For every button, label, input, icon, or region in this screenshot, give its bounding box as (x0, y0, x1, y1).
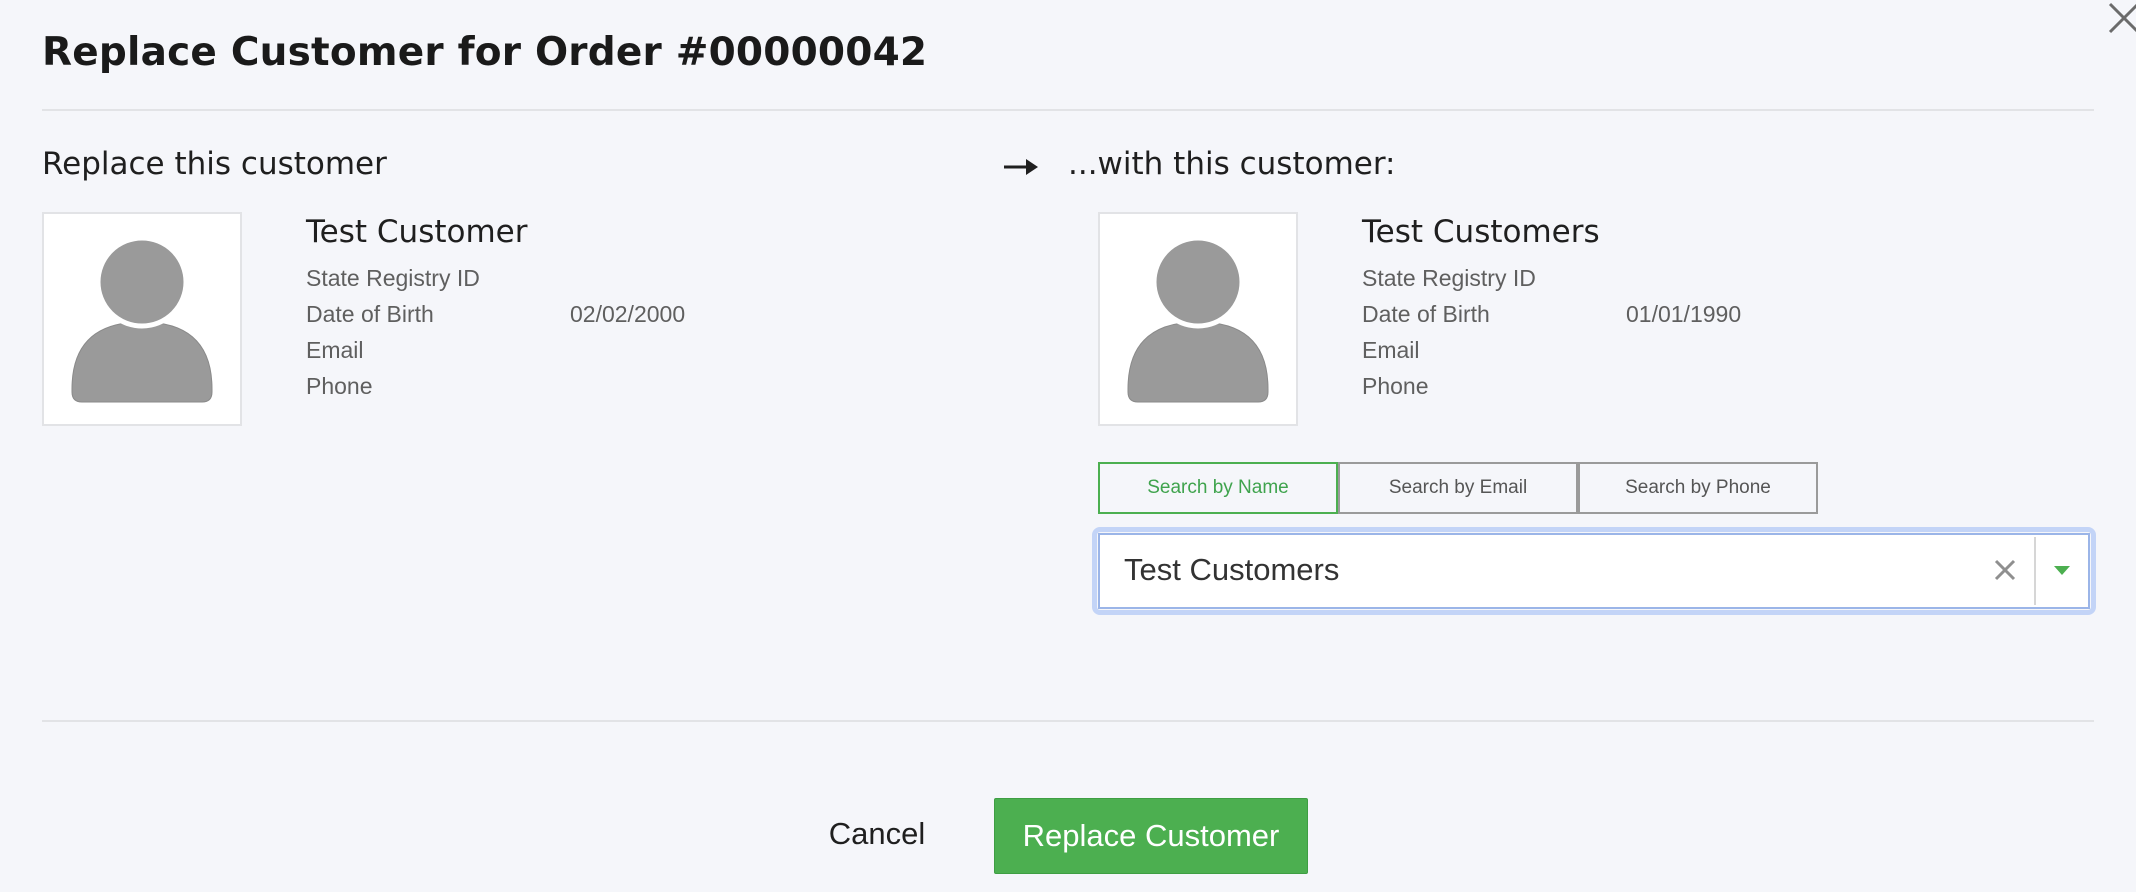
new-customer-name: Test Customers (1362, 214, 1600, 250)
current-customer-avatar (42, 212, 242, 426)
current-customer-heading: Replace this customer (42, 146, 387, 182)
close-icon (2108, 2, 2136, 34)
user-avatar-icon (1127, 235, 1269, 403)
new-customer-avatar (1098, 212, 1298, 426)
dialog-title: Replace Customer for Order #00000042 (42, 30, 928, 75)
replace-customer-dialog: Replace Customer for Order #00000042 Rep… (0, 0, 2136, 892)
header-divider (42, 109, 2094, 111)
search-by-phone-tab[interactable]: Search by Phone (1578, 462, 1818, 514)
current-dob-value: 02/02/2000 (570, 301, 686, 327)
new-dob-label: Date of Birth (1362, 301, 1490, 327)
close-button[interactable] (2106, 0, 2136, 40)
new-email-label: Email (1362, 337, 1420, 363)
search-by-name-tab[interactable]: Search by Name (1098, 462, 1338, 514)
cancel-button[interactable]: Cancel (810, 806, 944, 862)
current-email-label: Email (306, 337, 364, 363)
new-phone-label: Phone (1362, 373, 1429, 399)
clear-icon (1994, 559, 2016, 581)
arrow-right-icon (1004, 159, 1038, 175)
caret-down-icon (2054, 566, 2070, 575)
current-state-registry-label: State Registry ID (306, 265, 480, 291)
replace-customer-button[interactable]: Replace Customer (994, 798, 1308, 874)
customer-select-value[interactable]: Test Customers (1124, 552, 1339, 588)
new-state-registry-label: State Registry ID (1362, 265, 1536, 291)
user-avatar-icon (71, 235, 213, 403)
dropdown-toggle[interactable] (2036, 537, 2088, 605)
search-by-email-tab[interactable]: Search by Email (1338, 462, 1578, 514)
current-dob-label: Date of Birth (306, 301, 434, 327)
footer-divider (42, 720, 2094, 722)
new-dob-value: 01/01/1990 (1626, 301, 1742, 327)
current-customer-name: Test Customer (306, 214, 528, 250)
current-phone-label: Phone (306, 373, 373, 399)
clear-selection-button[interactable] (1990, 555, 2020, 585)
new-customer-heading: ...with this customer: (1068, 146, 1396, 182)
